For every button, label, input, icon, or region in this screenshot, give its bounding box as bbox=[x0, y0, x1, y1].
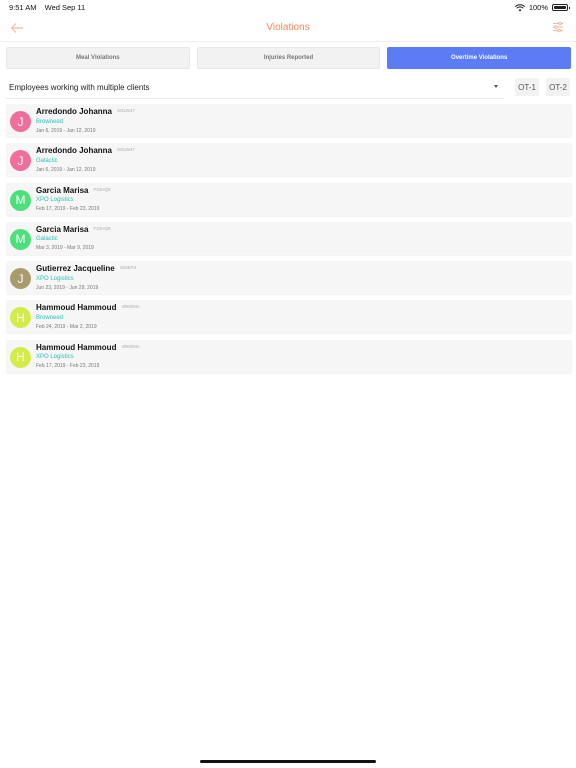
date-range: Jan 6, 2019 - Jan 12, 2019 bbox=[36, 127, 96, 134]
employee-name: Garcia Marisa F31HQ9 bbox=[36, 225, 111, 234]
employee-name: Garcia Marisa F31HQ9 bbox=[36, 186, 111, 195]
date-range: Feb 17, 2019 - Feb 23, 2019 bbox=[36, 206, 100, 213]
employee-name-text: Hammoud Hammoud bbox=[36, 342, 117, 352]
page-title: Violations bbox=[266, 22, 310, 33]
status-right: 100% bbox=[514, 3, 570, 12]
filter-row: Employees working with multiple clients … bbox=[6, 77, 571, 99]
client-name: Browneed bbox=[36, 118, 64, 125]
date-range: Feb 17, 2019 - Feb 23, 2019 bbox=[36, 363, 100, 370]
client-name: XPO Logistics bbox=[36, 354, 74, 361]
client-name: Browneed bbox=[36, 314, 64, 321]
tab-overtime-violations[interactable]: Overtime Violations bbox=[387, 47, 572, 69]
avatar: J bbox=[10, 111, 31, 132]
client-filter-value: Employees working with multiple clients bbox=[9, 83, 150, 92]
sliders-icon[interactable] bbox=[552, 21, 564, 33]
employee-name: Arredondo Johanna SOLW47 bbox=[36, 146, 135, 155]
employee-id: F31HQ9 bbox=[93, 186, 111, 192]
ot-2-button[interactable]: OT-2 bbox=[546, 78, 570, 96]
date-range: Mar 3, 2019 - Mar 9, 2019 bbox=[36, 245, 94, 252]
employee-name-text: Gutierrez Jacqueline bbox=[36, 264, 115, 274]
employee-name: Gutierrez Jacqueline 1E6EP4 bbox=[36, 264, 136, 273]
avatar: J bbox=[10, 150, 31, 172]
wifi-icon bbox=[514, 3, 525, 11]
avatar: M bbox=[10, 189, 31, 211]
tab-injuries-reported[interactable]: Injuries Reported bbox=[196, 47, 381, 69]
date-range: Jan 6, 2019 - Jan 12, 2019 bbox=[36, 166, 96, 173]
client-name: XPO Logistics bbox=[36, 197, 74, 204]
battery-icon bbox=[552, 4, 570, 11]
avatar: H bbox=[10, 307, 31, 329]
nav-divider bbox=[0, 41, 576, 42]
employee-name-text: Arredondo Johanna bbox=[36, 107, 113, 116]
violation-tabs: Meal Violations Injuries Reported Overti… bbox=[6, 47, 572, 69]
employee-id: 4RM0NA bbox=[121, 343, 140, 349]
employee-name: Hammoud Hammoud 4RM0NA bbox=[36, 303, 140, 312]
employee-name: Hammoud Hammoud 4RM0NA bbox=[36, 343, 140, 352]
client-name: Galactic bbox=[36, 157, 58, 164]
list-item[interactable]: J Arredondo Johanna SOLW47 Galactic Jan 6… bbox=[6, 143, 572, 177]
employee-list: J Arredondo Johanna SOLW47 Browneed Jan 6… bbox=[6, 104, 572, 379]
nav-bar: Violations bbox=[0, 14, 576, 42]
avatar: H bbox=[10, 346, 31, 368]
list-item[interactable]: J Gutierrez Jacqueline 1E6EP4 XPO Logisti… bbox=[6, 261, 572, 295]
employee-id: SOLW47 bbox=[117, 108, 135, 113]
list-item[interactable]: M Garcia Marisa F31HQ9 Galactic Mar 3, 20… bbox=[6, 221, 572, 255]
status-bar: 9:51 AM Wed Sep 11 100% bbox=[0, 0, 576, 14]
status-date: Wed Sep 11 bbox=[44, 3, 86, 12]
employee-id: 4RM0NA bbox=[121, 304, 140, 310]
employee-name-text: Hammoud Hammoud bbox=[36, 303, 117, 313]
client-name: XPO Logistics bbox=[36, 275, 74, 282]
employee-id: F31HQ9 bbox=[93, 225, 111, 231]
ot-1-button[interactable]: OT-1 bbox=[515, 78, 539, 96]
employee-id: SOLW47 bbox=[117, 147, 135, 153]
employee-name-text: Garcia Marisa bbox=[36, 224, 89, 234]
list-item[interactable]: H Hammoud Hammoud 4RM0NA XPO Logistics Fe… bbox=[6, 339, 572, 373]
list-item[interactable]: M Garcia Marisa F31HQ9 XPO Logistics Feb … bbox=[6, 182, 572, 216]
employee-id: 1E6EP4 bbox=[119, 265, 137, 271]
employee-name-text: Arredondo Johanna bbox=[36, 146, 113, 156]
list-item[interactable]: H Hammoud Hammoud 4RM0NA Browneed Feb 24,… bbox=[6, 300, 572, 334]
avatar: M bbox=[10, 228, 31, 250]
battery-percent: 100% bbox=[528, 3, 548, 12]
employee-name: Arredondo Johanna SOLW47 bbox=[36, 107, 135, 116]
avatar: J bbox=[10, 268, 31, 290]
employee-name-text: Garcia Marisa bbox=[36, 185, 89, 195]
home-indicator bbox=[200, 760, 376, 763]
client-filter-select[interactable]: Employees working with multiple clients bbox=[6, 77, 504, 99]
chevron-down-icon bbox=[494, 85, 498, 88]
client-name: Galactic bbox=[36, 236, 58, 243]
tab-meal-violations[interactable]: Meal Violations bbox=[6, 47, 190, 69]
list-item[interactable]: J Arredondo Johanna SOLW47 Browneed Jan 6… bbox=[6, 104, 572, 137]
app-screen: 9:51 AM Wed Sep 11 100% Violations Meal … bbox=[0, 0, 576, 768]
date-range: Jun 23, 2019 - Jun 29, 2019 bbox=[36, 284, 99, 291]
status-time: 9:51 AM bbox=[9, 3, 37, 12]
status-left: 9:51 AM Wed Sep 11 bbox=[9, 3, 91, 12]
date-range: Feb 24, 2019 - Mar 2, 2019 bbox=[36, 323, 97, 330]
